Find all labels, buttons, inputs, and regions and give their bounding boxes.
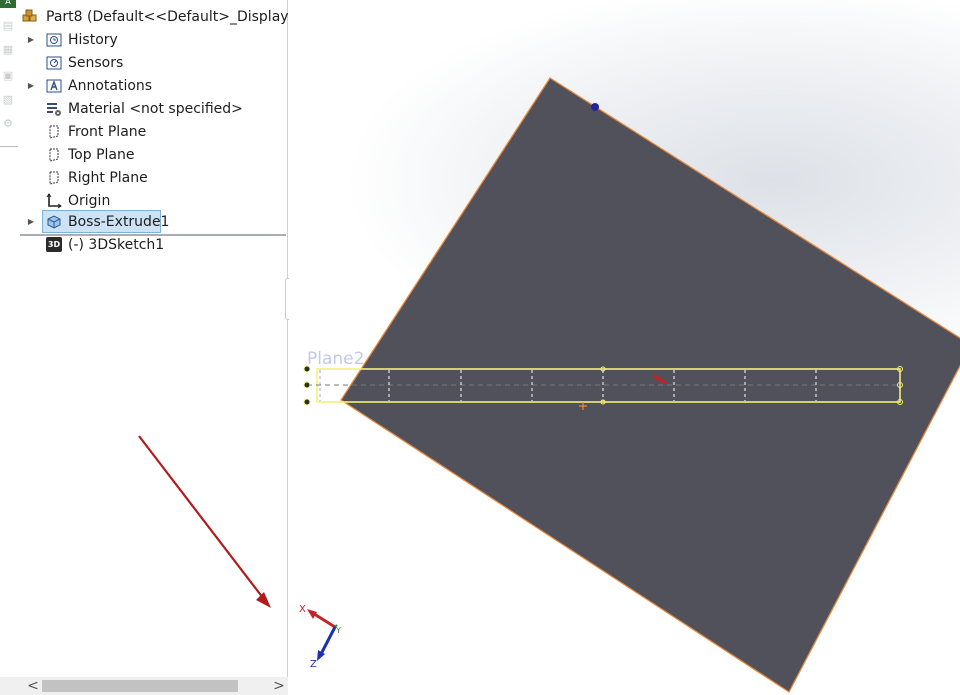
scroll-thumb[interactable] (42, 680, 238, 692)
part-icon (22, 9, 38, 25)
triad-y-label: Y (335, 626, 341, 635)
sketch-endpoint[interactable] (303, 398, 311, 406)
tree-item-label: Right Plane (68, 170, 148, 186)
annotations-folder-icon (46, 78, 62, 94)
plane-icon (46, 170, 62, 186)
origin-icon (46, 193, 62, 209)
expand-annotations-icon[interactable]: ▶ (22, 75, 40, 97)
horizontal-scrollbar[interactable]: < > (0, 677, 288, 695)
view-triad: X Y Z (299, 604, 341, 670)
plane-icon (46, 124, 62, 140)
selected-vertex-point[interactable] (591, 103, 599, 111)
part-label: Part8 (Default<<Default>_Display Sta (46, 9, 316, 25)
tree-item-label: Top Plane (68, 147, 135, 163)
model-view[interactable]: Plane2 X Y Z (289, 0, 960, 695)
tree-item-label: Origin (68, 193, 111, 209)
scroll-right-icon[interactable]: > (270, 677, 288, 695)
3d-sketch-icon: 3D (46, 237, 62, 252)
configuration-manager-tab-icon[interactable]: ▦ (0, 42, 16, 58)
graphics-area[interactable]: Plane2 X Y Z (289, 0, 960, 695)
triad-x-label: X (299, 604, 306, 615)
tree-item-label: Material <not specified> (68, 101, 243, 117)
sensors-folder-icon (46, 55, 62, 71)
expand-boss-extrude1-icon[interactable]: ▶ (22, 211, 40, 233)
sketch-endpoint[interactable] (303, 381, 311, 389)
plane-icon (46, 147, 62, 163)
feature-manager-panel: A ▤ ▦ ▣ ▧ ⚙ Part8 (Default<<Default>_Dis… (0, 0, 316, 695)
tree-item-label: History (68, 32, 118, 48)
dimxpert-manager-tab-icon[interactable]: ▣ (0, 68, 16, 84)
expand-history-icon[interactable]: ▶ (22, 29, 40, 51)
tree-item-label: Front Plane (68, 124, 147, 140)
scroll-left-icon[interactable]: < (24, 677, 42, 695)
cam-manager-tab-icon[interactable]: ⚙ (0, 116, 16, 132)
tree-item-label: Annotations (68, 78, 153, 94)
history-folder-icon (46, 32, 62, 48)
strip-divider (0, 146, 18, 147)
display-manager-tab-icon[interactable]: ▧ (0, 92, 16, 108)
triad-z-label: Z (310, 659, 317, 670)
tree-item-label: Boss-Extrude1 (68, 214, 170, 230)
material-icon (46, 101, 62, 117)
feature-manager-tab-icon[interactable]: A (0, 0, 16, 8)
manager-tab-strip: A ▤ ▦ ▣ ▧ ⚙ (0, 0, 20, 150)
plane-label: Plane2 (307, 349, 364, 369)
extrude-feature-icon (46, 214, 62, 230)
tree-item-label: Sensors (68, 55, 124, 71)
tree-item-label: (-) 3DSketch1 (68, 237, 165, 253)
property-manager-tab-icon[interactable]: ▤ (0, 18, 16, 34)
